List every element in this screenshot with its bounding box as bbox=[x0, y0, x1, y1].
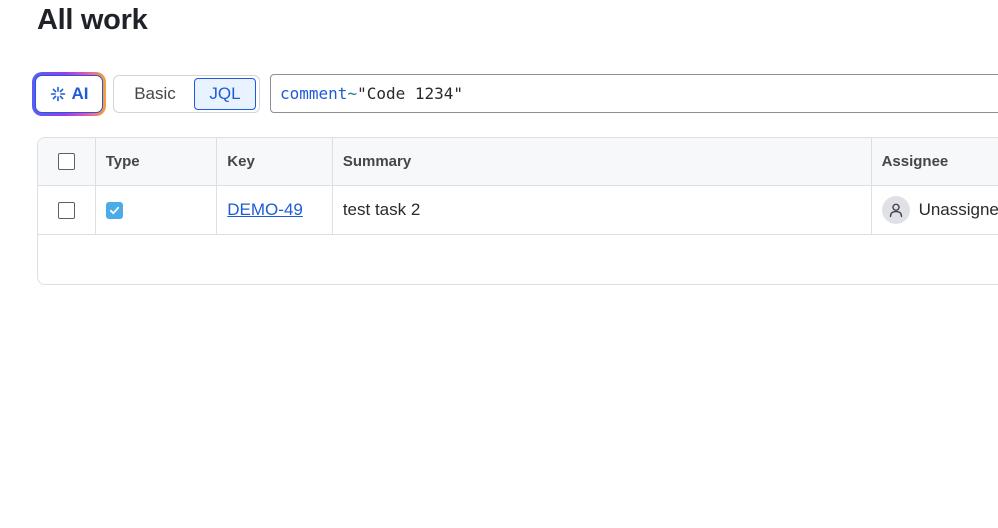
select-all-checkbox[interactable] bbox=[57, 153, 75, 170]
row-type-cell bbox=[96, 186, 218, 234]
sparkle-icon bbox=[50, 86, 66, 102]
ai-button-frame: AI bbox=[32, 72, 106, 116]
row-summary-cell[interactable]: test task 2 bbox=[333, 186, 872, 234]
row-select-cell bbox=[38, 186, 96, 234]
column-header-key[interactable]: Key bbox=[217, 138, 333, 185]
work-items-table: Type Key Summary Assignee DEMO-49 test t… bbox=[37, 137, 998, 285]
row-checkbox[interactable] bbox=[57, 201, 75, 219]
ai-button[interactable]: AI bbox=[35, 75, 103, 113]
jql-search-input[interactable]: comment ~ "Code 1234" bbox=[270, 74, 998, 113]
search-mode-toggle: Basic JQL bbox=[113, 75, 260, 113]
row-assignee-cell[interactable]: Unassigned bbox=[872, 186, 998, 234]
table-header-row: Type Key Summary Assignee bbox=[38, 138, 998, 186]
jql-field-token: comment bbox=[280, 84, 348, 103]
mode-jql-button[interactable]: JQL bbox=[194, 78, 256, 110]
task-checkbox-icon bbox=[105, 201, 123, 219]
ai-button-label: AI bbox=[71, 84, 89, 103]
column-header-summary[interactable]: Summary bbox=[333, 138, 872, 185]
table-row[interactable]: DEMO-49 test task 2 Unassigned bbox=[38, 186, 998, 235]
jql-operator-token: ~ bbox=[347, 84, 358, 103]
user-avatar-icon bbox=[881, 196, 910, 224]
issue-key-link[interactable]: DEMO-49 bbox=[227, 200, 303, 220]
column-header-type[interactable]: Type bbox=[96, 138, 218, 185]
mode-basic-button[interactable]: Basic bbox=[116, 78, 194, 110]
header-select-cell bbox=[38, 138, 96, 185]
page-title: All work bbox=[37, 4, 148, 36]
column-header-assignee[interactable]: Assignee bbox=[872, 138, 998, 185]
issue-summary: test task 2 bbox=[342, 200, 421, 219]
row-key-cell: DEMO-49 bbox=[217, 186, 333, 234]
jql-value-token: "Code 1234" bbox=[357, 84, 464, 103]
assignee-name: Unassigned bbox=[918, 200, 998, 219]
